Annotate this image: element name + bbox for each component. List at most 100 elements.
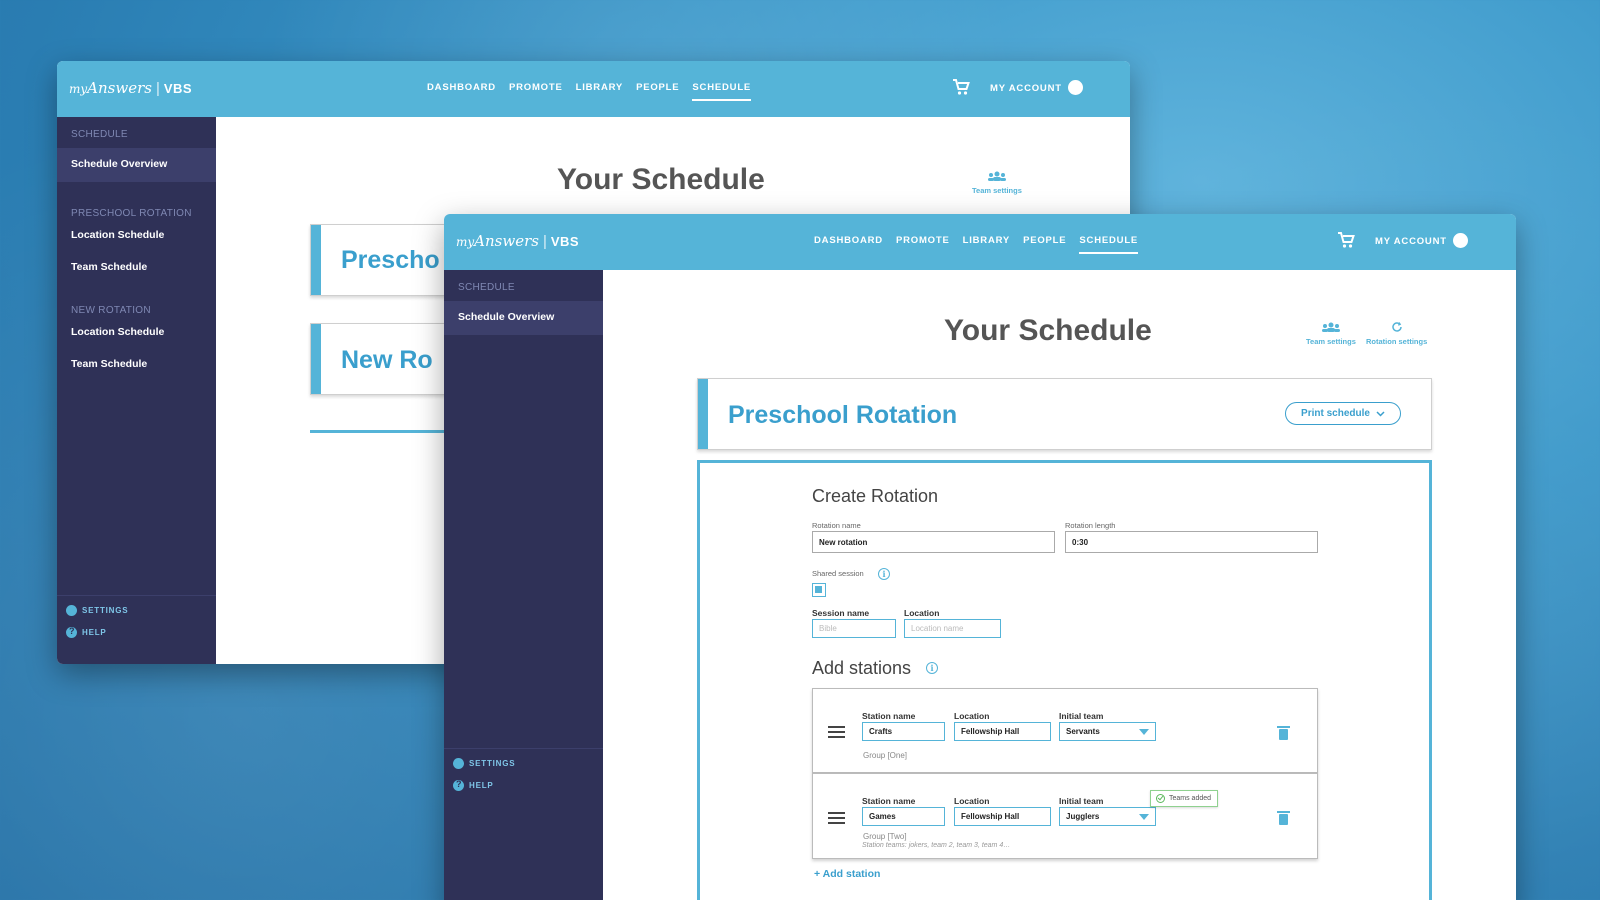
help-label: HELP [469, 781, 494, 790]
sidebar-section-schedule: SCHEDULE [71, 129, 128, 140]
shared-session-label: Shared session [812, 569, 864, 578]
chevron-down-icon [1376, 410, 1385, 417]
drag-handle-icon[interactable] [828, 812, 845, 827]
rotation-card-title: Prescho [341, 246, 440, 274]
sidebar-divider [57, 595, 216, 596]
nav-schedule[interactable]: SCHEDULE [1079, 235, 1139, 254]
initial-team-value: Servants [1066, 727, 1100, 736]
page-title: Your Schedule [944, 314, 1152, 347]
rotation-title: Preschool Rotation [728, 401, 958, 429]
station-location-label: Location [954, 711, 990, 721]
user-icon [1067, 80, 1083, 95]
session-location-label: Location [904, 608, 940, 618]
gear-icon [66, 605, 77, 616]
sidebar: SCHEDULE Schedule Overview SETTINGS HELP [444, 270, 603, 900]
help-icon [66, 626, 77, 638]
shared-session-checkbox[interactable] [812, 583, 826, 597]
main-nav: DASHBOARD PROMOTE LIBRARY PEOPLE SCHEDUL… [427, 82, 752, 101]
initial-team-label: Initial team [1059, 796, 1104, 806]
session-location-input[interactable]: Location name [904, 619, 1001, 638]
station-name-label: Station name [862, 711, 916, 721]
nav-promote[interactable]: PROMOTE [896, 235, 950, 254]
initial-team-label: Initial team [1059, 711, 1104, 721]
cart-icon[interactable] [1337, 231, 1355, 249]
station-row: Station name Games Location Fellowship H… [812, 773, 1318, 859]
account-menu[interactable]: MY ACCOUNT [990, 80, 1083, 96]
sidebar-settings[interactable]: SETTINGS [66, 605, 128, 616]
session-name-label: Session name [812, 608, 870, 618]
sidebar-item-schedule-overview[interactable]: Schedule Overview [458, 311, 554, 323]
settings-label: SETTINGS [82, 606, 129, 615]
rotation-length-label: Rotation length [1065, 521, 1116, 530]
account-label: MY ACCOUNT [1375, 236, 1447, 247]
logo-my: my [69, 82, 88, 96]
drag-handle-icon[interactable] [828, 726, 845, 741]
initial-team-select[interactable]: Jugglers [1059, 807, 1156, 826]
nav-dashboard[interactable]: DASHBOARD [427, 82, 496, 101]
station-location-input[interactable]: Fellowship Hall [954, 722, 1051, 741]
sidebar-divider [444, 748, 603, 749]
station-name-input[interactable]: Games [862, 807, 945, 826]
gear-icon [453, 758, 464, 769]
top-navbar: my Answers | VBS DASHBOARD PROMOTE LIBRARY … [57, 61, 1130, 117]
initial-team-select[interactable]: Servants [1059, 722, 1156, 741]
front-window: my Answers | VBS DASHBOARD PROMOTE LIBRARY … [444, 214, 1516, 900]
station-row: Station name Crafts Location Fellowship … [812, 688, 1318, 773]
sidebar-settings[interactable]: SETTINGS [453, 758, 515, 769]
station-name-label: Station name [862, 796, 916, 806]
nav-schedule[interactable]: SCHEDULE [692, 82, 752, 101]
rotation-name-label: Rotation name [812, 521, 861, 530]
help-icon [453, 779, 464, 791]
rotation-length-input[interactable]: 0:30 [1065, 531, 1318, 553]
add-stations-heading: Add stations [812, 658, 912, 678]
account-menu[interactable]: MY ACCOUNT [1375, 233, 1468, 249]
trash-icon[interactable] [1277, 726, 1290, 740]
print-schedule-button[interactable]: Print schedule [1285, 402, 1401, 425]
sidebar-item-team-schedule[interactable]: Team Schedule [71, 261, 147, 273]
sidebar-section-new-rotation: NEW ROTATION [71, 305, 151, 316]
nav-people[interactable]: PEOPLE [1023, 235, 1066, 254]
team-settings-label: Team settings [1306, 337, 1356, 346]
sidebar-item-location-schedule-2[interactable]: Location Schedule [71, 326, 164, 338]
info-icon[interactable]: i [878, 568, 890, 580]
sidebar-help[interactable]: HELP [66, 626, 107, 638]
trash-icon[interactable] [1277, 811, 1290, 825]
nav-dashboard[interactable]: DASHBOARD [814, 235, 883, 254]
sidebar-item-team-schedule-2[interactable]: Team Schedule [71, 358, 147, 370]
rotation-name-input[interactable]: New rotation [812, 531, 1055, 553]
logo-answers: Answers [474, 232, 539, 250]
add-station-link[interactable]: + Add station [814, 868, 880, 880]
logo[interactable]: my Answers | VBS [456, 232, 579, 250]
nav-library[interactable]: LIBRARY [963, 235, 1010, 254]
logo[interactable]: my Answers | VBS [69, 79, 192, 97]
user-icon [1452, 233, 1468, 248]
account-label: MY ACCOUNT [990, 83, 1062, 94]
nav-promote[interactable]: PROMOTE [509, 82, 563, 101]
main-nav: DASHBOARD PROMOTE LIBRARY PEOPLE SCHEDUL… [814, 235, 1139, 254]
cart-icon[interactable] [952, 78, 970, 96]
top-navbar: my Answers | VBS DASHBOARD PROMOTE LIBRARY … [444, 214, 1516, 270]
teams-added-label: Teams added [1169, 795, 1212, 802]
nav-library[interactable]: LIBRARY [576, 82, 623, 101]
team-settings-button[interactable]: Team settings [972, 171, 1022, 195]
sidebar-item-schedule-overview[interactable]: Schedule Overview [71, 158, 167, 170]
rotation-card-title-2: New Ro [341, 346, 433, 374]
team-settings-button[interactable]: Team settings [1306, 322, 1356, 346]
station-location-label: Location [954, 796, 990, 806]
rotation-settings-button[interactable]: Rotation settings [1366, 322, 1427, 346]
create-rotation-heading: Create Rotation [812, 486, 939, 506]
station-location-input[interactable]: Fellowship Hall [954, 807, 1051, 826]
logo-vbs: VBS [550, 234, 580, 249]
sidebar-item-location-schedule[interactable]: Location Schedule [71, 229, 164, 241]
sidebar-help[interactable]: HELP [453, 779, 494, 791]
nav-people[interactable]: PEOPLE [636, 82, 679, 101]
info-icon[interactable]: i [926, 662, 938, 674]
teams-added-toast: Teams added [1150, 790, 1219, 807]
settings-label: SETTINGS [469, 759, 516, 768]
rotation-header-card: Preschool Rotation Print schedule [697, 378, 1432, 450]
station-name-input[interactable]: Crafts [862, 722, 945, 741]
session-name-input[interactable]: Bible [812, 619, 896, 638]
logo-my: my [456, 235, 475, 249]
sidebar-section-schedule: SCHEDULE [458, 282, 515, 293]
help-label: HELP [82, 628, 107, 637]
